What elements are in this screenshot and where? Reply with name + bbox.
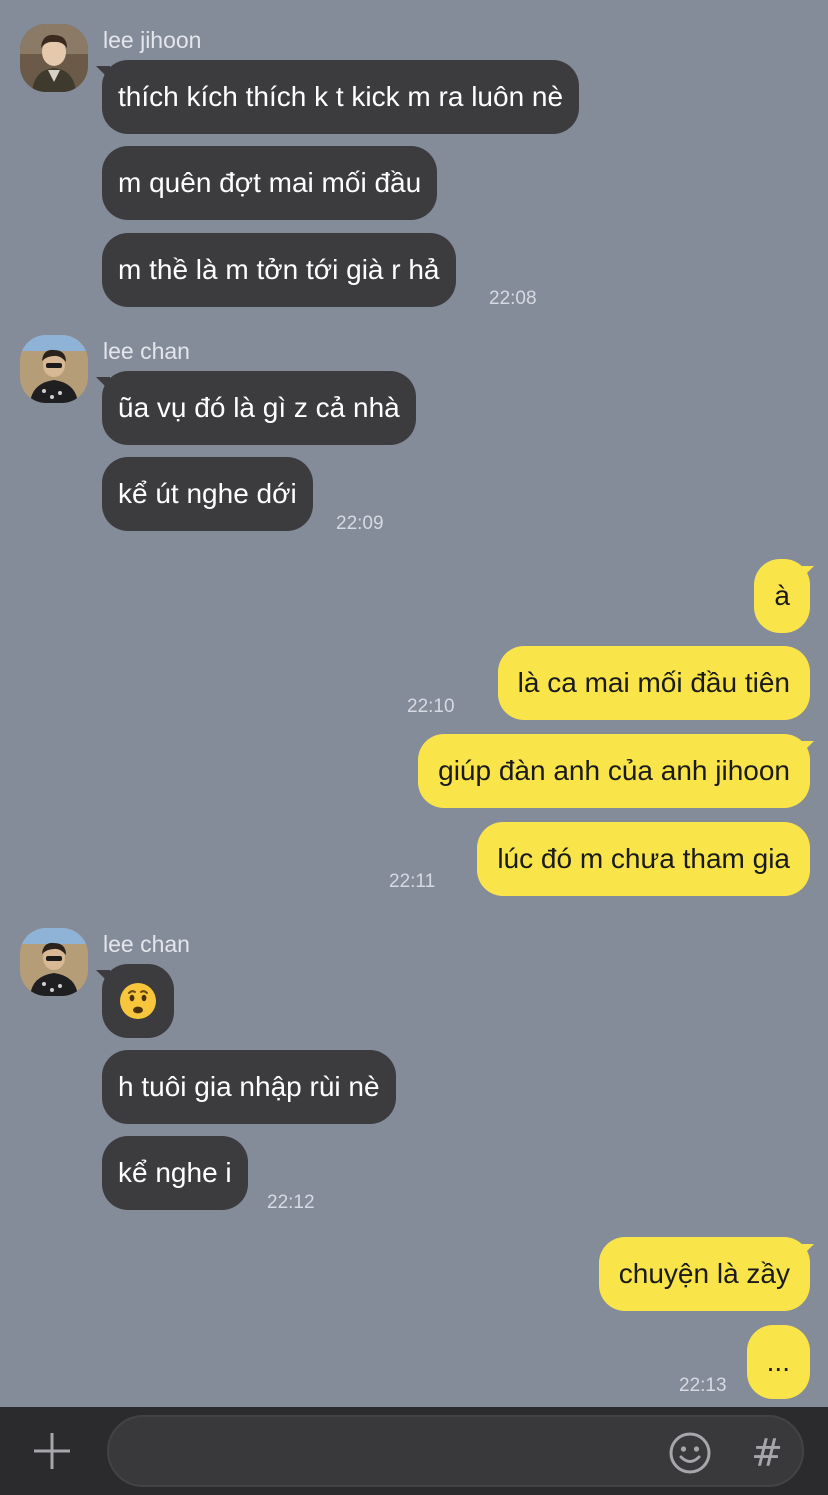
sender-name: lee chan: [103, 338, 190, 364]
lee-jihoon-avatar[interactable]: [20, 24, 88, 92]
message-timestamp: 22:08: [489, 288, 537, 309]
outgoing-message[interactable]: à: [754, 559, 810, 633]
incoming-message[interactable]: ũa vụ đó là gì z cả nhà: [102, 371, 416, 445]
incoming-message[interactable]: m thề là m tởn tới già r hả: [102, 233, 456, 307]
message-input-container[interactable]: #: [107, 1415, 804, 1487]
incoming-message[interactable]: thích kích thích k t kick m ra luôn nè: [102, 60, 580, 134]
sender-name: lee chan: [103, 931, 190, 957]
outgoing-message[interactable]: giúp đàn anh của anh jihoon: [418, 734, 810, 808]
message-timestamp: 22:10: [407, 696, 455, 717]
worried-face-emoji: [120, 982, 156, 1019]
message-timestamp: 22:13: [679, 1375, 727, 1396]
outgoing-message[interactable]: là ca mai mối đầu tiên: [497, 646, 810, 720]
chat-area[interactable]: lee jihoon thích kích thích k t kick m r…: [0, 0, 828, 1407]
incoming-message[interactable]: h tuôi gia nhập rùi nè: [102, 1050, 396, 1124]
outgoing-message[interactable]: chuyện là zầy: [598, 1237, 810, 1311]
lee-chan-avatar[interactable]: [20, 335, 88, 403]
message-input[interactable]: [131, 1429, 651, 1473]
incoming-message[interactable]: kể nghe i: [102, 1136, 248, 1210]
lee-chan-avatar[interactable]: [20, 928, 88, 996]
outgoing-message[interactable]: ...: [746, 1325, 810, 1399]
hashtag-button[interactable]: #: [743, 1429, 791, 1477]
smiley-icon[interactable]: [667, 1430, 713, 1476]
message-timestamp: 22:11: [389, 871, 436, 892]
message-composer-bar: #: [0, 1407, 828, 1495]
message-timestamp: 22:09: [336, 513, 384, 534]
outgoing-message[interactable]: lúc đó m chưa tham gia: [477, 822, 810, 896]
plus-icon[interactable]: [30, 1429, 74, 1473]
incoming-message[interactable]: m quên đợt mai mối đầu: [102, 146, 438, 220]
incoming-message[interactable]: kể út nghe dới: [102, 457, 313, 531]
incoming-emoji-message[interactable]: [102, 964, 174, 1038]
sender-name: lee jihoon: [103, 27, 202, 53]
message-timestamp: 22:12: [267, 1192, 315, 1213]
